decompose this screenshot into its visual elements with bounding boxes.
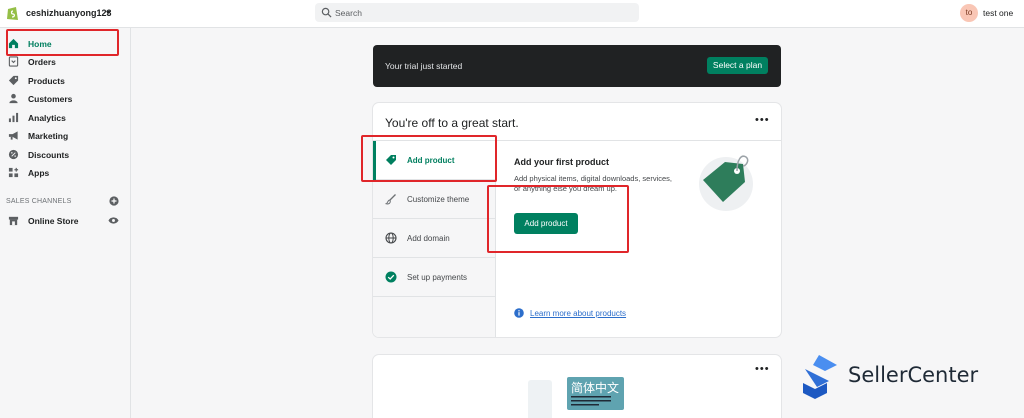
step-add-domain[interactable]: Add domain	[373, 219, 496, 258]
trial-text: Your trial just started	[385, 61, 463, 71]
text-lines-icon	[571, 396, 611, 406]
highlight-box	[487, 185, 629, 253]
step-set-up-payments[interactable]: Set up payments	[373, 258, 496, 297]
learn-more-link[interactable]: Learn more about products	[530, 309, 626, 318]
sidebar-item-label: Discounts	[28, 150, 70, 160]
step-label: Customize theme	[407, 195, 470, 204]
sales-channels-heading: SALES CHANNELS	[6, 198, 72, 205]
step-label: Set up payments	[407, 273, 468, 282]
more-actions-icon[interactable]: •••	[755, 114, 770, 126]
card-title: You're off to a great start.	[385, 116, 519, 130]
product-tag-illustration-icon	[699, 155, 753, 211]
secondary-card: ••• 简体中文	[373, 355, 781, 418]
search-input[interactable]: Search	[315, 3, 639, 22]
store-icon	[8, 216, 19, 226]
sidebar-item-label: Customers	[28, 94, 73, 104]
sidebar-item-marketing[interactable]: Marketing	[0, 128, 131, 144]
apps-icon	[8, 167, 19, 178]
top-bar: ceshizhuanyong123 ▾ Search to test one	[0, 0, 1024, 28]
sidebar-item-label: Marketing	[28, 131, 69, 141]
shopify-logo-icon[interactable]	[6, 5, 20, 21]
document-illustration-icon	[528, 380, 552, 418]
sidebar-item-orders[interactable]: Orders	[0, 54, 131, 70]
highlight-box	[361, 135, 497, 182]
brush-icon	[385, 194, 396, 205]
step-label: Add domain	[407, 234, 450, 243]
checkmark-circle-icon	[385, 271, 397, 283]
person-icon	[9, 93, 18, 104]
chevron-down-icon[interactable]: ▾	[106, 8, 110, 17]
add-circle-icon[interactable]	[109, 196, 119, 206]
sidebar: Home Orders Products Customers Analytics…	[0, 28, 131, 418]
sidebar-item-label: Analytics	[28, 113, 66, 123]
highlight-box	[6, 29, 119, 56]
sidebar-item-customers[interactable]: Customers	[0, 91, 131, 107]
sellercenter-logo-icon	[803, 355, 837, 399]
language-illustration: 简体中文	[567, 377, 624, 410]
search-placeholder: Search	[335, 8, 362, 18]
search-icon	[321, 7, 332, 18]
sidebar-item-analytics[interactable]: Analytics	[0, 110, 131, 126]
orders-icon	[8, 56, 19, 67]
sidebar-item-label: Apps	[28, 168, 50, 178]
sellercenter-watermark: SellerCenter	[799, 353, 979, 399]
bar-chart-icon	[8, 112, 19, 123]
megaphone-icon	[8, 131, 18, 140]
sidebar-item-label: Online Store	[28, 216, 79, 226]
info-icon	[514, 308, 524, 318]
trial-banner: Your trial just started Select a plan	[373, 45, 781, 87]
globe-icon	[385, 232, 397, 244]
avatar[interactable]: to	[960, 4, 978, 22]
select-plan-button[interactable]: Select a plan	[707, 57, 768, 74]
watermark-text: SellerCenter	[848, 363, 979, 387]
sidebar-item-products[interactable]: Products	[0, 73, 131, 89]
store-name[interactable]: ceshizhuanyong123	[26, 8, 112, 18]
user-name[interactable]: test one	[983, 8, 1013, 18]
sidebar-item-label: Orders	[28, 57, 56, 67]
step-customize-theme[interactable]: Customize theme	[373, 180, 496, 219]
sidebar-item-discounts[interactable]: Discounts	[0, 147, 131, 163]
detail-title: Add your first product	[514, 157, 609, 167]
language-label: 简体中文	[571, 381, 620, 395]
discount-icon	[8, 149, 19, 160]
more-actions-icon[interactable]: •••	[755, 363, 770, 375]
sidebar-item-label: Products	[28, 76, 65, 86]
tag-icon	[8, 75, 19, 86]
sidebar-item-apps[interactable]: Apps	[0, 165, 131, 181]
eye-icon[interactable]	[108, 216, 119, 225]
